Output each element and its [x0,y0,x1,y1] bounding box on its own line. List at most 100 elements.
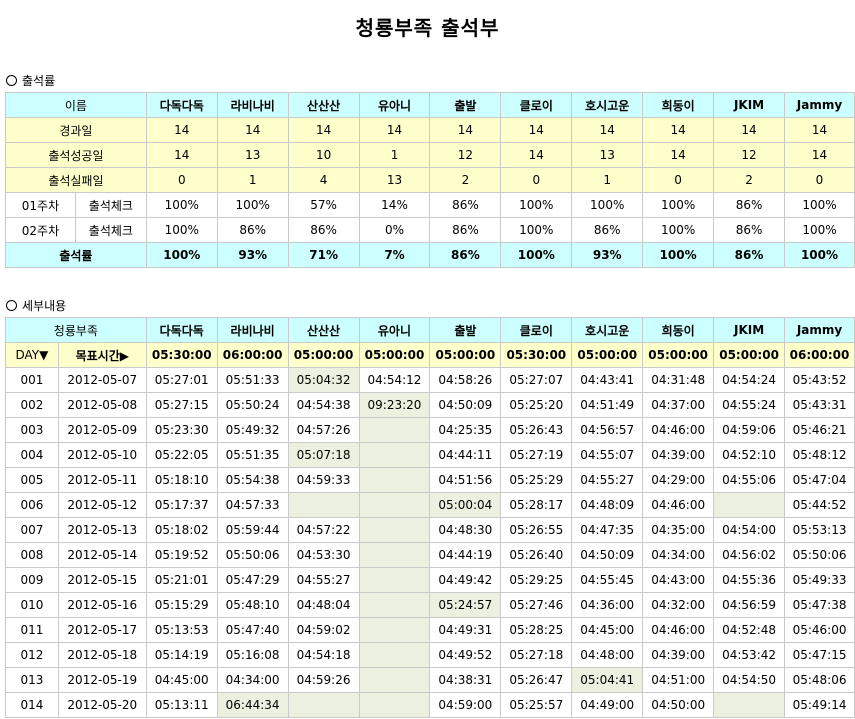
time-cell: 04:56:57 [571,417,644,443]
time-cell: 05:28:17 [500,492,573,518]
time-cell: 04:49:00 [571,692,644,718]
member-name: 클로이 [500,317,573,343]
target-time: 05:00:00 [571,342,644,368]
member-name: 출발 [429,92,502,118]
week-value: 57% [287,192,360,218]
time-cell: 05:43:31 [784,392,855,418]
member-name: Jammy [784,317,855,343]
time-cell: 05:47:15 [784,642,855,668]
time-cell: 05:29:25 [500,567,573,593]
time-cell: 04:49:52 [429,642,502,668]
time-cell: 05:04:41 [571,667,644,693]
time-cell: 04:53:42 [713,642,786,668]
week-value: 86% [571,217,644,243]
stat-value: 14 [783,117,855,143]
member-name: 산산산 [287,317,360,343]
member-name: JKIM [713,317,786,343]
day-number: 006 [5,492,59,518]
time-cell: 04:55:27 [287,567,360,593]
member-name: 호시고운 [571,92,644,118]
target-time: 05:00:00 [713,342,786,368]
time-cell: 04:43:41 [571,367,644,393]
stat-value: 13 [571,142,644,168]
time-cell: 04:54:24 [713,367,786,393]
stat-value: 0 [642,167,715,193]
stat-value: 14 [571,117,644,143]
detail-row: 002 2012-05-08 05:27:15 05:50:24 04:54:38 09:… [5,392,855,418]
time-cell [358,417,431,443]
time-cell: 05:22:05 [145,442,218,468]
attendance-table: 이름 다독다독 라비나비 산산산 유아니 출발 클로이 호시고운 희동이 JKIM Jammy 경과일… [5,92,855,268]
time-cell: 04:59:00 [429,692,502,718]
day-number: 009 [5,567,59,593]
day-number: 008 [5,542,59,568]
time-cell: 04:55:45 [571,567,644,593]
member-name: 희동이 [642,317,715,343]
stat-value: 0 [500,167,573,193]
target-time-row: DAY▼ 목표시간▶ 05:30:00 06:00:00 05:00:00 05:00:0… [5,342,855,368]
stat-value: 14 [642,142,715,168]
time-cell: 05:15:29 [145,592,218,618]
attendance-week-row: 01주차 출석체크 100% 100% 57% 14% 86% 100% 100% 100% 86%… [5,192,855,218]
target-time: 06:00:00 [784,342,855,368]
time-cell: 05:51:33 [216,367,289,393]
time-cell: 05:25:29 [500,467,573,493]
time-cell: 04:56:02 [713,542,786,568]
day-number: 014 [5,692,59,718]
date-cell: 2012-05-20 [57,692,147,718]
time-cell: 04:49:42 [429,567,502,593]
detail-row: 013 2012-05-19 04:45:00 04:34:00 04:59:26 04:… [5,667,855,693]
week-value: 0% [358,217,431,243]
time-cell [713,492,786,518]
week-value: 100% [216,192,289,218]
time-cell: 05:19:52 [145,542,218,568]
week-value: 86% [713,217,785,243]
day-number: 011 [5,617,59,643]
detail-row: 012 2012-05-18 05:14:19 05:16:08 04:54:18 04:… [5,642,855,668]
detail-section-heading: 세부내용 [6,297,66,314]
stat-value: 12 [429,142,502,168]
time-cell: 04:54:12 [358,367,431,393]
member-name: 라비나비 [216,92,289,118]
detail-row: 014 2012-05-20 05:13:11 06:44:34 04:59:00 05:… [5,692,855,718]
day-number: 003 [5,417,59,443]
time-cell: 05:14:19 [145,642,218,668]
rate-value: 86% [429,242,502,268]
date-cell: 2012-05-13 [57,517,147,543]
time-cell: 05:28:25 [500,617,573,643]
time-cell: 04:55:07 [571,442,644,468]
stat-value: 1 [216,167,289,193]
time-cell: 05:47:04 [784,467,855,493]
date-cell: 2012-05-19 [57,667,147,693]
time-cell: 05:46:21 [784,417,855,443]
stat-value: 14 [287,117,360,143]
time-cell: 04:52:10 [713,442,786,468]
time-cell: 05:04:32 [287,367,360,393]
detail-row: 008 2012-05-14 05:19:52 05:50:06 04:53:30 04:… [5,542,855,568]
time-cell [287,692,360,718]
stat-value: 4 [287,167,360,193]
rate-value: 86% [713,242,785,268]
time-cell: 05:26:55 [500,517,573,543]
week-value: 86% [713,192,785,218]
name-header: 이름 [5,92,147,118]
rate-value: 100% [642,242,715,268]
time-cell: 04:55:36 [713,567,786,593]
time-cell: 04:48:30 [429,517,502,543]
week-label: 02주차 [5,217,76,243]
time-cell: 04:57:26 [287,417,360,443]
week-value: 100% [642,217,715,243]
time-cell: 05:00:04 [429,492,502,518]
time-cell: 05:27:07 [500,367,573,393]
stat-label: 출석실패일 [5,167,147,193]
time-cell: 04:53:30 [287,542,360,568]
stat-value: 0 [145,167,218,193]
time-cell: 04:47:35 [571,517,644,543]
time-cell: 05:49:14 [784,692,855,718]
time-cell: 04:35:00 [642,517,715,543]
time-cell: 05:43:52 [784,367,855,393]
week-value: 100% [500,192,573,218]
time-cell: 05:25:20 [500,392,573,418]
week-value: 100% [500,217,573,243]
time-cell: 05:50:06 [216,542,289,568]
